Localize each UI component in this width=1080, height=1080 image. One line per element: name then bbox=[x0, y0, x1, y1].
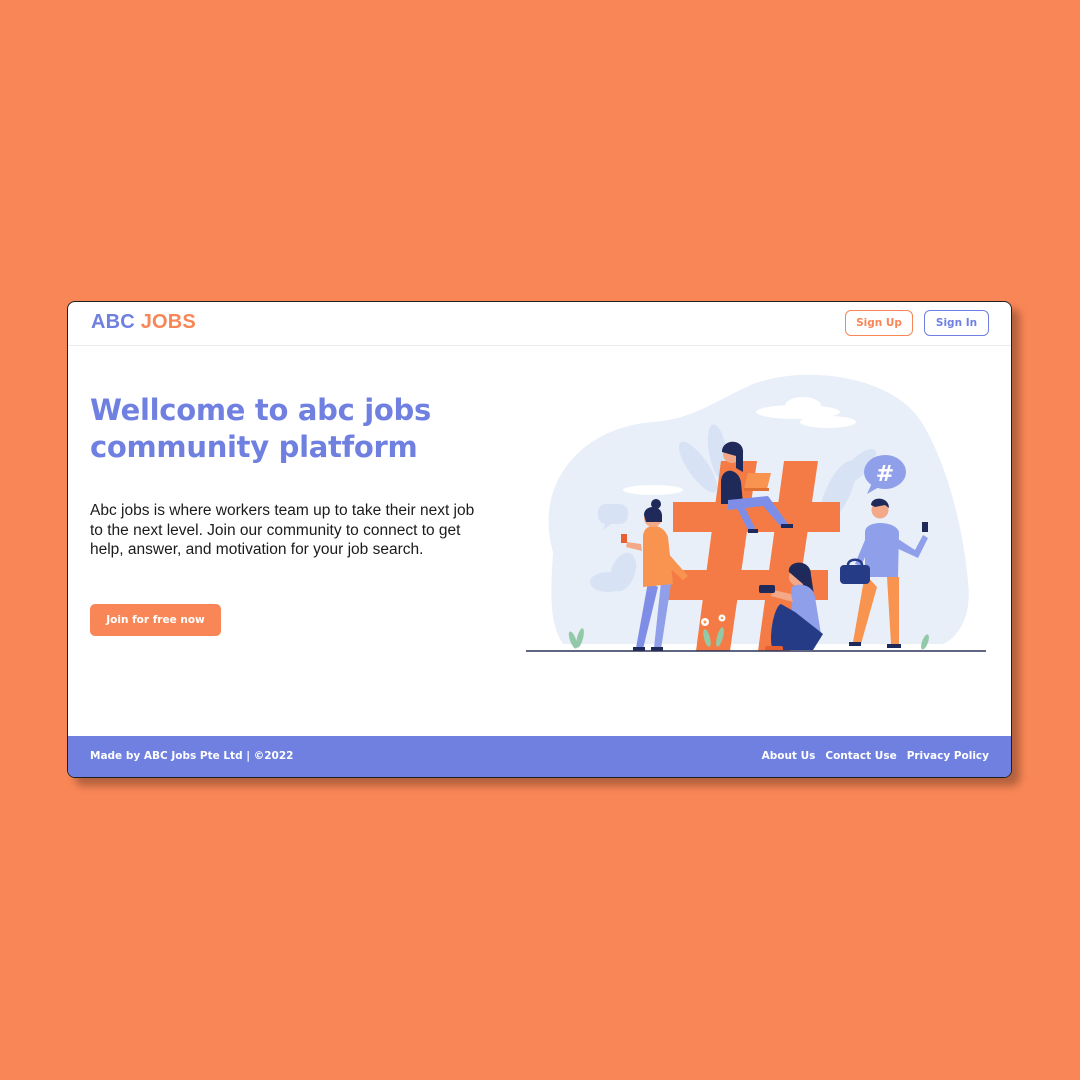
hero-title: Wellcome to abc jobs community platform bbox=[90, 392, 510, 466]
browser-frame: ABC JOBS Sign Up Sign In Wellcome to abc… bbox=[67, 301, 1012, 778]
hero-title-line-1: Wellcome to abc jobs bbox=[90, 393, 431, 427]
hero-title-line-2: community platform bbox=[90, 430, 418, 464]
hero-desc-line-1: Abc jobs is where workers team up to tak… bbox=[90, 502, 475, 519]
logo-text-jobs: JOBS bbox=[140, 311, 196, 333]
join-free-button[interactable]: Join for free now bbox=[90, 604, 221, 636]
site-footer: Made by ABC Jobs Pte Ltd | ©2022 About U… bbox=[68, 736, 1011, 777]
site-logo[interactable]: ABC JOBS bbox=[91, 311, 196, 334]
footer-link-privacy-policy[interactable]: Privacy Policy bbox=[907, 750, 989, 762]
hero-description: Abc jobs is where workers team up to tak… bbox=[90, 501, 500, 560]
sign-in-button[interactable]: Sign In bbox=[924, 310, 989, 336]
hash-speech-bubble-icon: # bbox=[876, 462, 894, 487]
hero-desc-line-2: to the next level. Join our community to… bbox=[90, 521, 461, 539]
top-navbar: ABC JOBS Sign Up Sign In bbox=[68, 302, 1011, 346]
footer-link-about-us[interactable]: About Us bbox=[762, 750, 816, 762]
hero-desc-line-3: help, answer, and motivation for your jo… bbox=[90, 541, 424, 558]
hashtag-community-illustration: # bbox=[526, 374, 986, 652]
sign-up-button[interactable]: Sign Up bbox=[845, 310, 913, 336]
footer-copyright: Made by ABC Jobs Pte Ltd | ©2022 bbox=[90, 750, 294, 762]
logo-text-abc: ABC bbox=[91, 311, 135, 333]
footer-links: About Us Contact Use Privacy Policy bbox=[762, 750, 989, 762]
footer-link-contact[interactable]: Contact Use bbox=[825, 750, 896, 762]
